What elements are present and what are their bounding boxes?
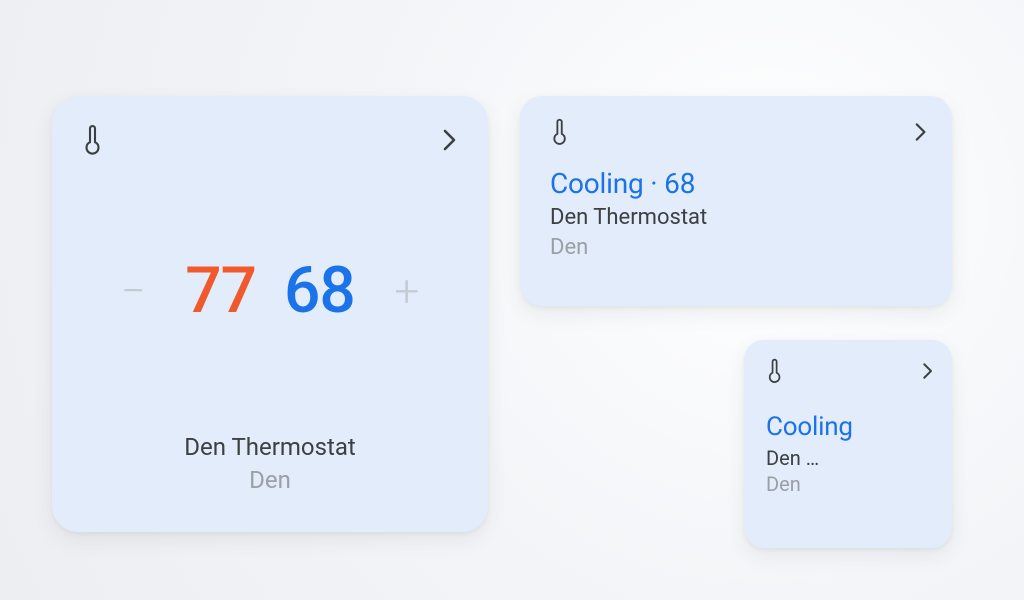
thermostat-small-card[interactable]: Cooling Den … Den [744,340,952,548]
cool-setpoint: 68 [284,259,355,323]
temperature-controls: − 77 68 + [82,150,458,431]
room-name: Den [550,233,928,263]
card-header [550,118,928,146]
device-labels: Den Thermostat Den [82,431,458,502]
card-header [766,358,934,384]
status-line: Cooling [766,412,934,443]
chevron-right-icon[interactable] [922,361,934,381]
heat-setpoint: 77 [185,259,256,323]
device-name: Den … [766,445,934,471]
thermometer-icon [550,118,570,146]
thermometer-icon [766,358,784,384]
room-name: Den [82,464,458,496]
device-name: Den Thermostat [82,431,458,463]
status-line: Cooling · 68 [550,166,928,201]
thermostat-medium-card[interactable]: Cooling · 68 Den Thermostat Den [520,96,952,306]
increase-button[interactable]: + [383,269,431,313]
chevron-right-icon[interactable] [914,121,928,143]
room-name: Den [766,471,934,497]
device-name: Den Thermostat [550,203,928,233]
thermostat-large-card[interactable]: − 77 68 + Den Thermostat Den [52,96,488,532]
decrease-button[interactable]: − [109,269,157,313]
